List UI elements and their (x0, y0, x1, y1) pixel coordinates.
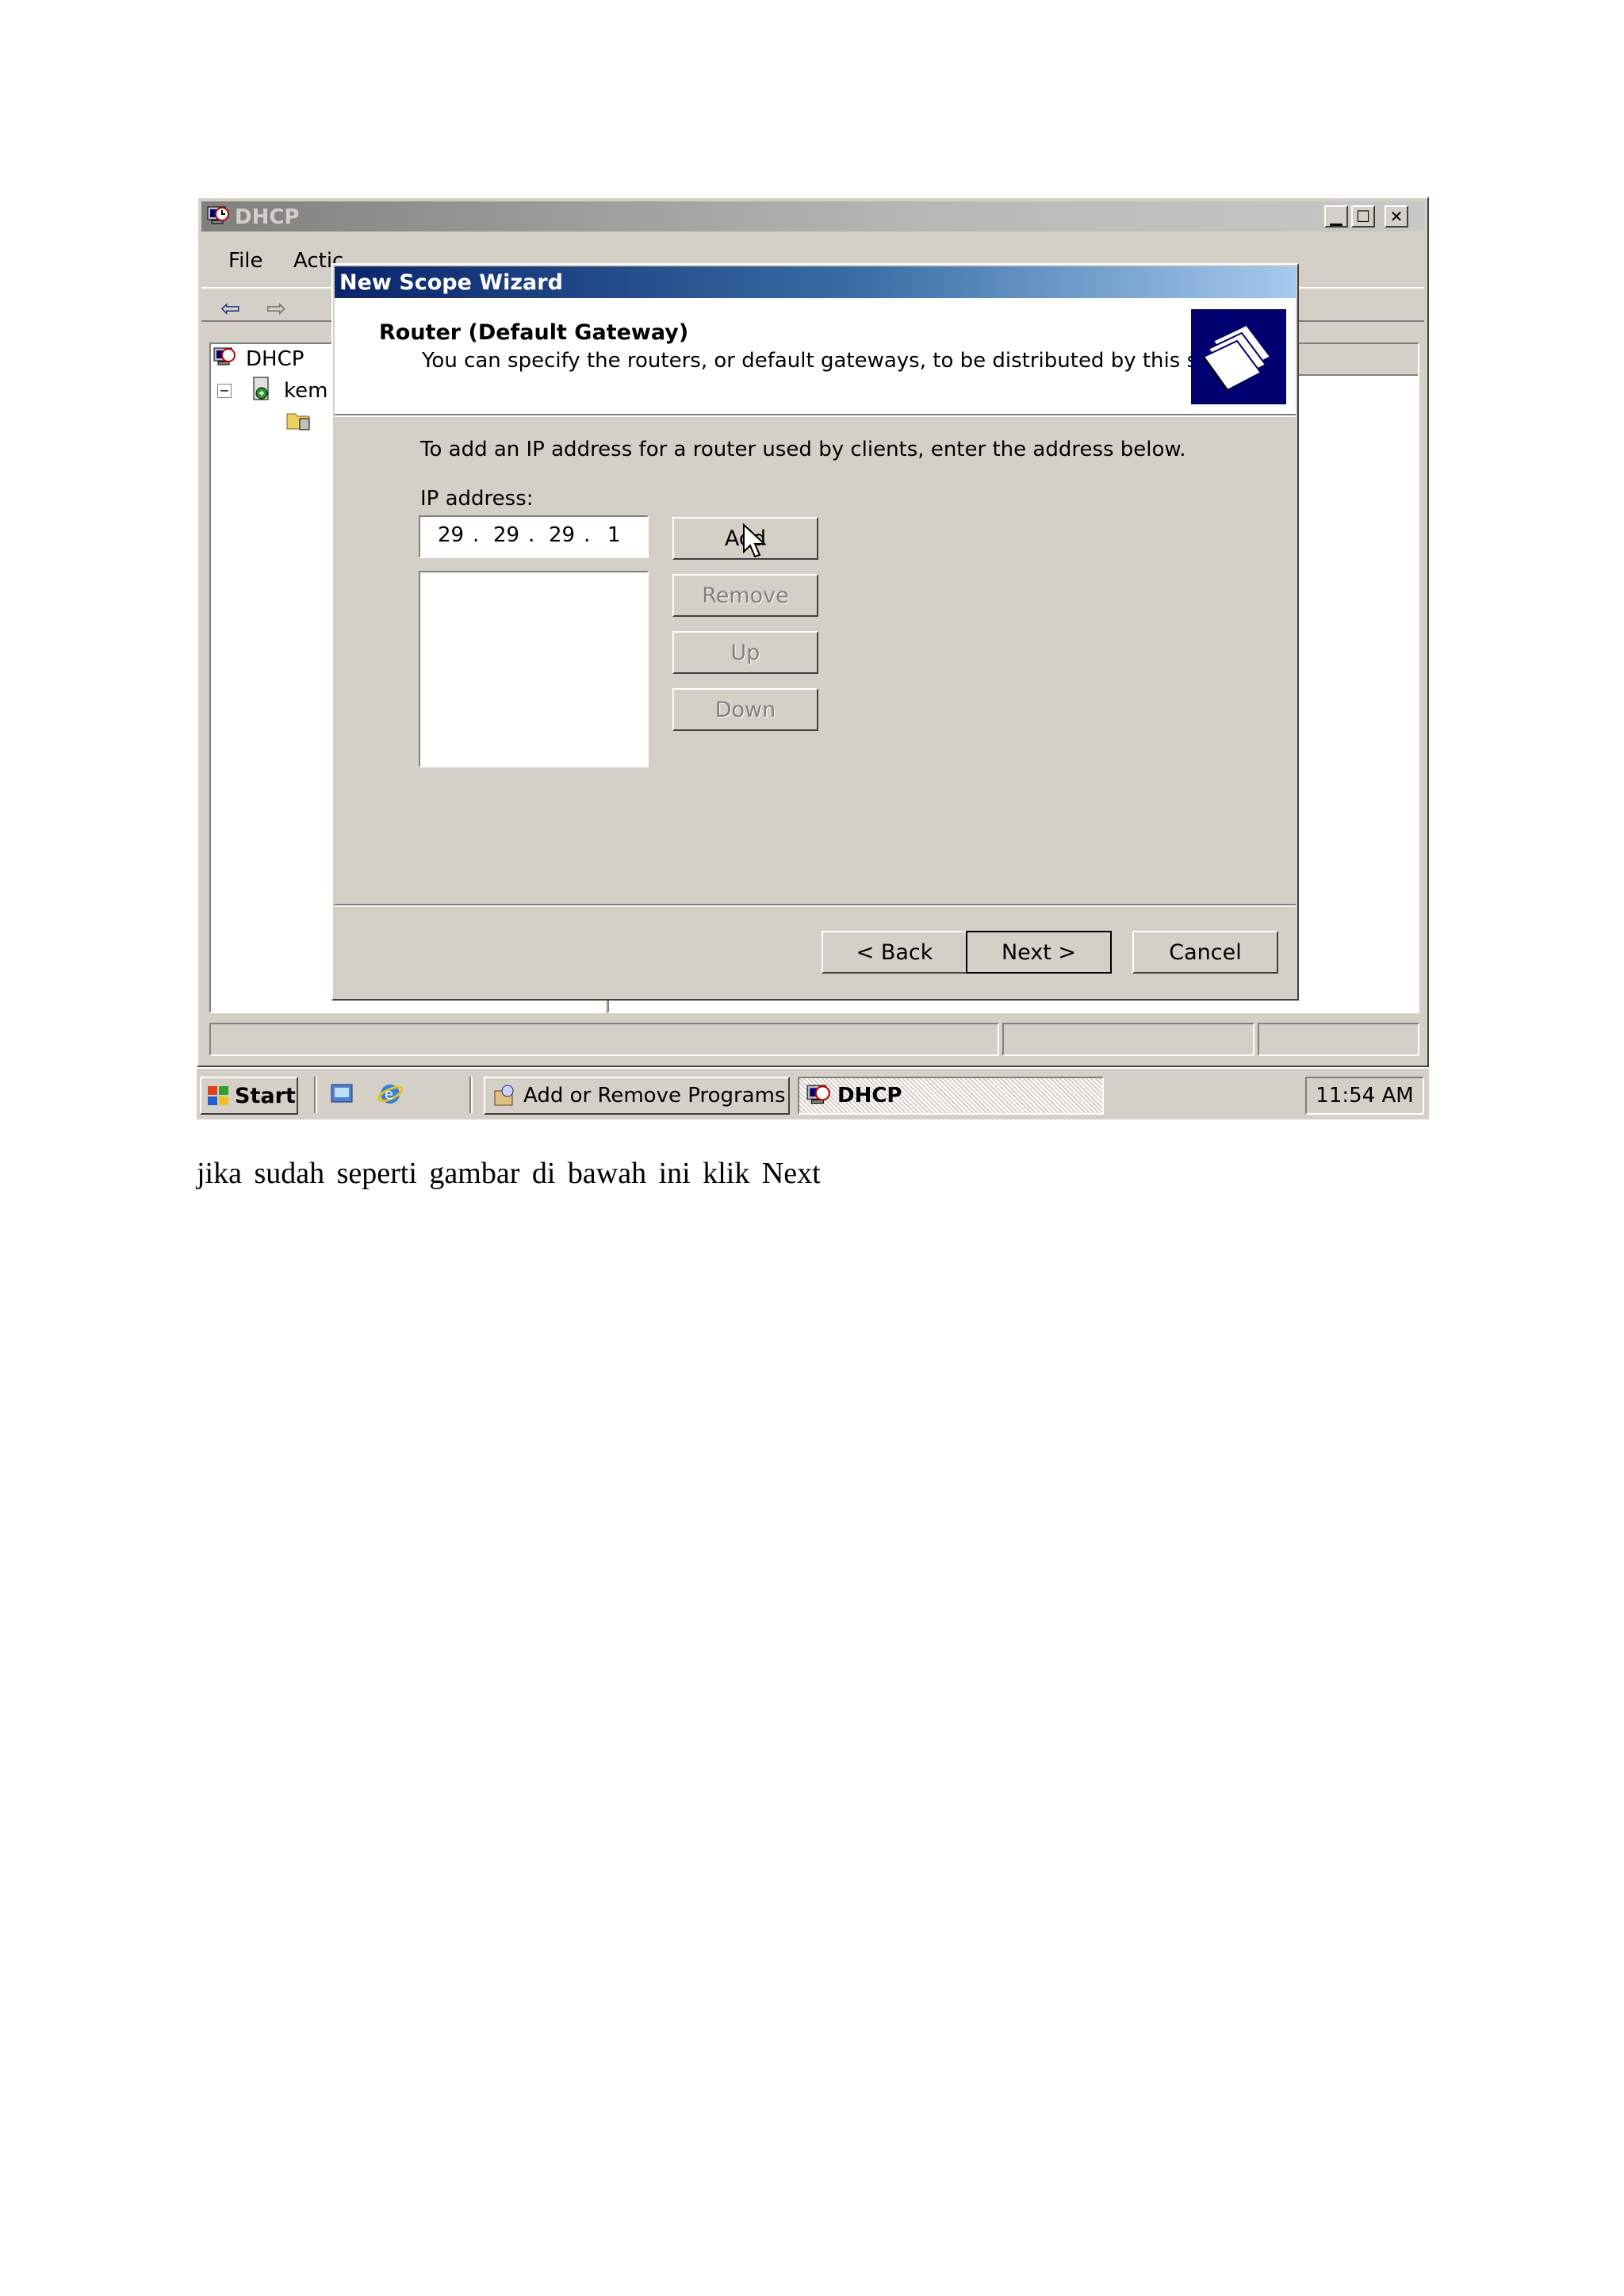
task-add-remove-programs[interactable]: Add or Remove Programs (484, 1077, 790, 1115)
start-label: Start (235, 1083, 296, 1108)
wizard-header-title: Router (Default Gateway) (379, 320, 689, 345)
ip-octet-1[interactable]: 29 (438, 523, 464, 547)
mmc-title: DHCP (235, 205, 300, 229)
ip-dot-3: . (584, 523, 591, 547)
dhcp-app-icon (206, 205, 230, 228)
ip-address-input[interactable]: 29 . 29 . 29 . 1 (419, 515, 649, 558)
instruction-text: To add an IP address for a router used b… (420, 438, 1186, 461)
back-arrow-icon[interactable]: ⇦ (220, 295, 240, 323)
tree-item-server[interactable]: kem (284, 379, 327, 403)
task-dhcp[interactable]: DHCP (798, 1077, 1104, 1115)
taskbar: Start e Add or Remove Programs DHCP 11:5… (197, 1067, 1429, 1119)
mmc-titlebar[interactable]: DHCP ▁ ☐ ✕ (201, 201, 1424, 232)
system-tray: 11:54 AM (1305, 1077, 1424, 1115)
remove-button[interactable]: Remove (672, 574, 818, 617)
status-panel-1 (209, 1023, 999, 1056)
forward-arrow-icon[interactable]: ⇨ (266, 295, 286, 323)
cancel-button[interactable]: Cancel (1132, 931, 1278, 974)
up-button[interactable]: Up (672, 631, 818, 674)
add-remove-programs-icon (492, 1083, 517, 1108)
back-button[interactable]: < Back (822, 931, 967, 974)
status-bar (209, 1023, 1419, 1056)
task-label-dhcp: DHCP (837, 1084, 902, 1108)
down-button[interactable]: Down (672, 688, 818, 731)
dhcp-tree-icon (213, 346, 236, 369)
screenshot: DHCP ▁ ☐ ✕ File Actic ⇦ ⇨ DHCP − kem New… (197, 197, 1429, 1119)
caption-text: jika sudah seperti gambar di bawah ini k… (197, 1157, 821, 1190)
scope-folder-icon (285, 409, 312, 431)
new-scope-wizard-dialog: New Scope Wizard Router (Default Gateway… (331, 263, 1299, 1001)
task-dhcp-icon (806, 1083, 831, 1108)
internet-explorer-icon[interactable]: e (376, 1080, 404, 1108)
start-button[interactable]: Start (200, 1077, 298, 1115)
status-panel-2 (1002, 1023, 1254, 1056)
quicklaunch-separator (314, 1077, 317, 1113)
ip-dot-1: . (473, 523, 480, 547)
minimize-button[interactable]: ▁ (1324, 205, 1348, 228)
clock[interactable]: 11:54 AM (1316, 1084, 1413, 1108)
task-label-add-remove: Add or Remove Programs (523, 1084, 786, 1108)
footer-separator (335, 904, 1296, 907)
mouse-pointer-icon (742, 522, 768, 561)
status-panel-3 (1258, 1023, 1419, 1056)
wizard-header-subtitle: You can specify the routers, or default … (422, 349, 1254, 373)
ip-dot-2: . (528, 523, 535, 547)
close-button[interactable]: ✕ (1385, 205, 1408, 228)
windows-logo-icon (206, 1084, 230, 1108)
minimize-icon: ▁ (1330, 207, 1342, 226)
router-list[interactable] (419, 571, 649, 767)
header-separator (335, 414, 1296, 417)
tree-item-dhcp[interactable]: DHCP (246, 347, 304, 371)
show-desktop-icon[interactable] (328, 1080, 357, 1108)
ip-octet-3[interactable]: 29 (549, 523, 575, 547)
wizard-titlebar[interactable]: New Scope Wizard (335, 266, 1296, 298)
next-button[interactable]: Next > (966, 931, 1112, 974)
svg-text:e: e (385, 1086, 393, 1103)
maximize-button[interactable]: ☐ (1351, 205, 1375, 228)
tree-expander[interactable]: − (217, 384, 232, 398)
close-icon: ✕ (1389, 207, 1404, 226)
ip-octet-2[interactable]: 29 (493, 523, 519, 547)
menu-file[interactable]: File (228, 249, 263, 273)
wizard-header: Router (Default Gateway) You can specify… (335, 298, 1296, 414)
server-icon (251, 376, 274, 403)
wizard-title: New Scope Wizard (339, 270, 563, 295)
maximize-icon: ☐ (1356, 207, 1370, 226)
tasks-separator (469, 1077, 473, 1113)
ip-address-label: IP address: (420, 487, 534, 511)
wizard-folder-icon (1191, 309, 1286, 404)
ip-octet-4[interactable]: 1 (607, 523, 621, 547)
